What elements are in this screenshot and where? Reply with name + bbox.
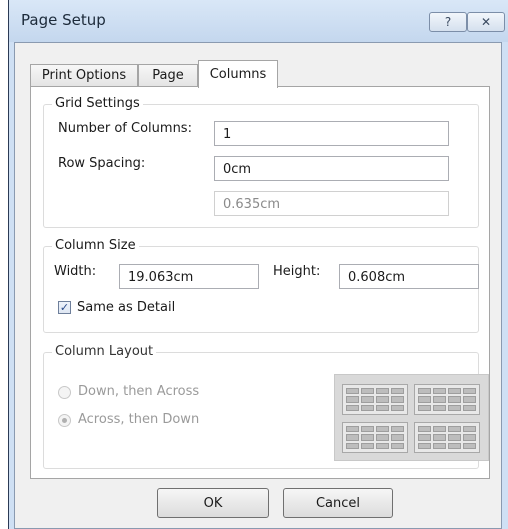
column-layout-preview-image [334, 374, 489, 461]
row-spacing-input[interactable]: 0cm [214, 156, 449, 181]
number-of-columns-label: Number of Columns: [58, 121, 192, 136]
down-then-across-label: Down, then Across [78, 384, 200, 399]
group-legend: Column Layout [52, 344, 157, 359]
preview-page-icon [342, 384, 408, 415]
title-bar[interactable]: Page Setup ? ✕ [9, 0, 508, 42]
group-legend: Grid Settings [52, 96, 143, 111]
tab-label: Columns [209, 67, 267, 82]
same-as-detail-checkbox[interactable]: ✓ [58, 301, 71, 314]
help-icon: ? [444, 15, 452, 29]
width-label: Width: [54, 264, 97, 279]
tab-print-options[interactable]: Print Options [30, 64, 138, 86]
columns-tab-panel: Grid Settings Number of Columns: 1 Row S… [30, 86, 490, 479]
height-label: Height: [273, 264, 321, 279]
grid-settings-group: Grid Settings Number of Columns: 1 Row S… [43, 96, 479, 228]
close-button[interactable]: ✕ [467, 12, 505, 32]
row-spacing-secondary-input: 0.635cm [214, 191, 449, 216]
checkmark-icon: ✓ [59, 301, 70, 314]
tab-columns[interactable]: Columns [198, 60, 278, 88]
dialog-body: Print Options Page Columns Grid Settings… [14, 42, 502, 529]
down-then-across-radio [58, 386, 71, 399]
help-button[interactable]: ? [429, 12, 467, 32]
column-size-group: Column Size Width: 19.063cm Height: 0.60… [43, 238, 479, 333]
column-layout-group: Column Layout Down, then Across Across, … [43, 344, 489, 469]
across-then-down-label: Across, then Down [78, 412, 200, 427]
height-input[interactable]: 0.608cm [339, 264, 479, 289]
number-of-columns-input[interactable]: 1 [214, 121, 449, 146]
width-input[interactable]: 19.063cm [119, 264, 259, 289]
window-title: Page Setup [21, 11, 106, 29]
across-then-down-radio [58, 414, 71, 427]
row-spacing-label: Row Spacing: [58, 156, 146, 171]
close-icon: ✕ [480, 15, 492, 29]
group-legend: Column Size [52, 238, 139, 253]
tab-label: Print Options [41, 68, 127, 83]
cancel-button-label: Cancel [315, 495, 361, 511]
tab-label: Page [152, 68, 184, 83]
same-as-detail-label[interactable]: Same as Detail [77, 300, 175, 315]
tab-page[interactable]: Page [138, 64, 198, 86]
preview-page-icon [342, 422, 408, 453]
cancel-button[interactable]: Cancel [283, 488, 393, 518]
ok-button-label: OK [203, 495, 223, 511]
ok-button[interactable]: OK [157, 488, 269, 518]
preview-page-icon [414, 384, 480, 415]
preview-page-icon [414, 422, 480, 453]
page-setup-dialog: Page Setup ? ✕ Print Options Page Column… [8, 0, 508, 529]
